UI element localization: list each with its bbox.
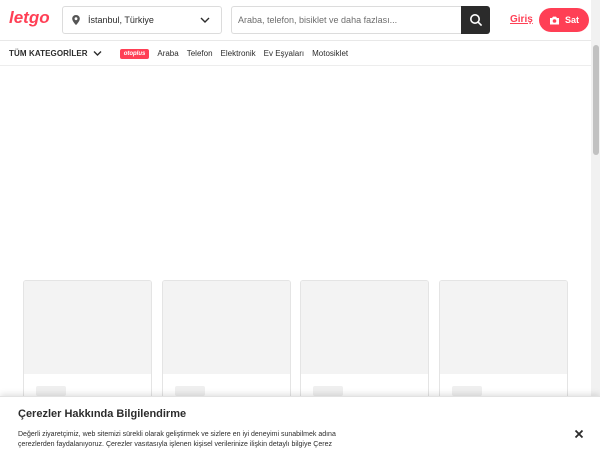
category-ev-esyalari[interactable]: Ev Eşyaları [264, 49, 304, 58]
listing-image-placeholder [163, 281, 290, 374]
location-text: İstanbul, Türkiye [88, 15, 154, 25]
listing-image-placeholder [24, 281, 151, 374]
listing-text-placeholder [36, 386, 66, 396]
search-input[interactable] [232, 7, 461, 33]
map-pin-icon [72, 15, 80, 25]
letgo-logo[interactable]: letgo [8, 3, 56, 35]
sell-button[interactable]: Sat [539, 8, 589, 32]
header: letgo İstanbul, Türkiye Giriş Sat [0, 0, 591, 41]
camera-icon [549, 16, 559, 24]
category-araba[interactable]: Araba [157, 49, 178, 58]
category-elektronik[interactable]: Elektronik [221, 49, 256, 58]
scrollbar-thumb[interactable] [593, 45, 599, 155]
sell-label: Sat [564, 15, 579, 25]
location-selector[interactable]: İstanbul, Türkiye [62, 6, 222, 34]
search-box [231, 6, 461, 34]
listing-image-placeholder [440, 281, 567, 374]
all-categories-button[interactable]: TÜM KATEGORİLER [9, 49, 88, 58]
category-telefon[interactable]: Telefon [187, 49, 213, 58]
listing-text-placeholder [313, 386, 343, 396]
category-bar: TÜM KATEGORİLER otoplus Araba Telefon El… [0, 42, 591, 66]
listing-image-placeholder [301, 281, 428, 374]
logo-text: letgo [9, 8, 50, 27]
category-motosiklet[interactable]: Motosiklet [312, 49, 348, 58]
otoplus-badge[interactable]: otoplus [119, 48, 150, 59]
close-icon[interactable] [573, 428, 585, 440]
search-icon [469, 14, 482, 27]
chevron-down-icon [200, 17, 210, 23]
cookie-banner: Çerezler Hakkında Bilgilendirme Değerli … [0, 396, 600, 450]
listing-text-placeholder [452, 386, 482, 396]
listing-text-placeholder [175, 386, 205, 396]
chevron-down-icon[interactable] [92, 48, 103, 59]
cookie-text: Değerli ziyaretçimiz, web sitemizi sürek… [18, 431, 336, 448]
page-scrollbar[interactable] [591, 0, 600, 450]
login-link[interactable]: Giriş [510, 14, 533, 25]
search-button[interactable] [461, 6, 490, 34]
cookie-title: Çerezler Hakkında Bilgilendirme [18, 408, 187, 420]
